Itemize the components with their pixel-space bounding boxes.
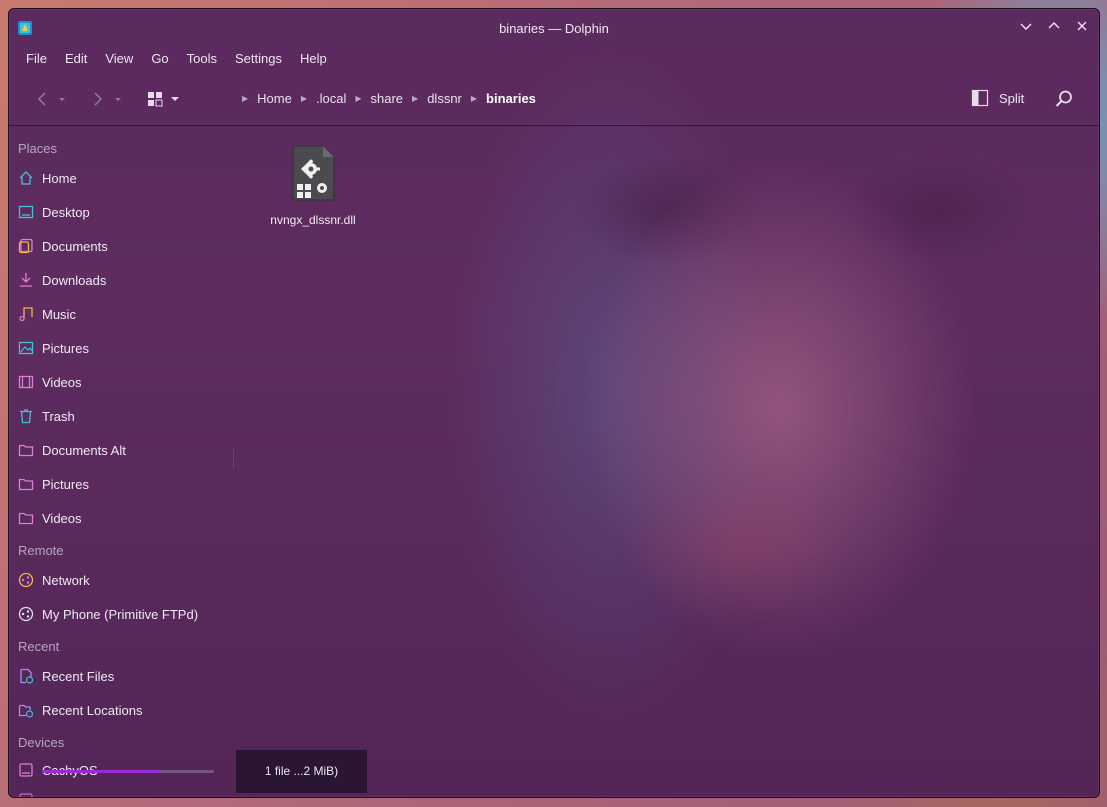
- sidebar-item-label: Network: [42, 572, 90, 588]
- back-arrow-icon: [37, 92, 65, 106]
- minimize-button[interactable]: [1017, 19, 1035, 37]
- sidebar-item-downloads[interactable]: Downloads: [18, 269, 106, 291]
- dolphin-window: binaries — Dolphin File Edit View Go Too…: [8, 8, 1100, 798]
- sidebar-item-music[interactable]: Music: [18, 303, 76, 325]
- recent-locations-icon: [18, 702, 34, 718]
- menu-bar: File Edit View Go Tools Settings Help: [17, 49, 336, 69]
- downloads-icon: [18, 272, 34, 288]
- sidebar-item-label: Music: [42, 306, 76, 322]
- drive-icon: [18, 792, 34, 797]
- sidebar-item-label: Pictures: [42, 340, 89, 356]
- sidebar-item-label: Videos: [42, 510, 82, 526]
- breadcrumb-dlssnr[interactable]: dlssnr: [421, 91, 468, 106]
- pictures-icon: [18, 340, 34, 356]
- chevron-up-icon: [1048, 22, 1060, 29]
- sidebar-item-pictures[interactable]: Pictures: [18, 337, 89, 359]
- forward-arrow-icon: [94, 92, 121, 106]
- sidebar-item-videos[interactable]: Videos: [18, 371, 82, 393]
- maximize-button[interactable]: [1045, 19, 1063, 37]
- close-icon: [1077, 21, 1087, 31]
- window-title: binaries — Dolphin: [499, 21, 609, 36]
- split-button[interactable]: Split: [971, 89, 1024, 107]
- desktop-icon: [18, 204, 34, 220]
- icons-view-icon: [148, 92, 179, 107]
- places-header: Places: [18, 141, 58, 156]
- sidebar-item-pictures-alt[interactable]: Pictures: [18, 473, 89, 495]
- sidebar-item-label: Trash: [42, 408, 75, 424]
- menu-edit[interactable]: Edit: [56, 49, 96, 69]
- breadcrumb-separator-icon[interactable]: ▶: [468, 94, 480, 103]
- search-icon: [1055, 90, 1072, 107]
- disk-usage-bar: [42, 770, 214, 773]
- status-bar: 1 file ...2 MiB): [236, 750, 367, 793]
- sidebar-item-recent-locations[interactable]: Recent Locations: [18, 699, 142, 721]
- breadcrumb-separator-icon[interactable]: ▶: [298, 94, 310, 103]
- title-bar[interactable]: binaries — Dolphin: [9, 9, 1099, 47]
- sidebar-item-label: Videos: [42, 374, 82, 390]
- places-panel: Places Home Desktop Documents Downloads …: [9, 126, 231, 797]
- menu-file[interactable]: File: [17, 49, 56, 69]
- menu-tools[interactable]: Tools: [178, 49, 226, 69]
- sidebar-item-label: Documents: [42, 238, 108, 254]
- sidebar-item-videos-alt[interactable]: Videos: [18, 507, 82, 529]
- sidebar-item-trash[interactable]: Trash: [18, 405, 75, 427]
- breadcrumb-separator-icon[interactable]: ▶: [352, 94, 364, 103]
- breadcrumb-share[interactable]: share: [365, 91, 410, 106]
- recent-header: Recent: [18, 639, 60, 654]
- sidebar-item-label: Pictures: [42, 476, 89, 492]
- sidebar-item-label: Recent Files: [42, 668, 115, 684]
- split-view-icon: [971, 89, 989, 107]
- dll-file-icon: [292, 145, 335, 201]
- panel-splitter[interactable]: [233, 449, 234, 469]
- breadcrumb-home[interactable]: Home: [251, 91, 298, 106]
- forward-button[interactable]: [91, 90, 125, 113]
- sidebar-item-recent-files[interactable]: Recent Files: [18, 665, 114, 687]
- devices-header: Devices: [18, 735, 65, 750]
- documents-icon: [18, 238, 34, 254]
- folder-icon: [18, 442, 34, 458]
- sidebar-item-my-phone[interactable]: My Phone (Primitive FTPd): [18, 603, 198, 625]
- home-icon: [18, 170, 34, 186]
- sidebar-item-label: Downloads: [42, 272, 107, 288]
- sidebar-item-home[interactable]: Home: [18, 167, 77, 189]
- sidebar-item-partial[interactable]: [18, 789, 42, 797]
- menu-help[interactable]: Help: [291, 49, 336, 69]
- disk-usage-fill: [42, 770, 159, 773]
- sidebar-item-label: Documents Alt: [42, 442, 126, 458]
- drive-icon: [18, 762, 34, 778]
- music-icon: [18, 306, 34, 322]
- breadcrumb-root-arrow-icon[interactable]: ▶: [239, 94, 251, 103]
- menu-view[interactable]: View: [96, 49, 142, 69]
- breadcrumb-binaries[interactable]: binaries: [480, 91, 542, 106]
- sidebar-item-documents-alt[interactable]: Documents Alt: [18, 439, 126, 461]
- sidebar-item-documents[interactable]: Documents: [18, 235, 108, 257]
- file-item[interactable]: nvngx_dlssnr.dll: [258, 144, 368, 227]
- network-icon: [18, 572, 34, 588]
- breadcrumb: ▶ Home ▶ .local ▶ share ▶ dlssnr ▶ binar…: [239, 87, 542, 109]
- back-button[interactable]: [35, 90, 69, 113]
- search-button[interactable]: [1054, 89, 1074, 109]
- folder-icon: [18, 510, 34, 526]
- menu-settings[interactable]: Settings: [226, 49, 291, 69]
- file-name: nvngx_dlssnr.dll: [270, 213, 356, 227]
- breadcrumb-separator-icon[interactable]: ▶: [409, 94, 421, 103]
- trash-icon: [18, 408, 34, 424]
- sidebar-item-label: My Phone (Primitive FTPd): [42, 606, 199, 622]
- sidebar-item-desktop[interactable]: Desktop: [18, 201, 90, 223]
- videos-icon: [18, 374, 34, 390]
- sidebar-item-label: Desktop: [42, 204, 90, 220]
- chevron-down-icon: [1020, 23, 1032, 30]
- breadcrumb-local[interactable]: .local: [310, 91, 352, 106]
- close-button[interactable]: [1073, 19, 1091, 37]
- remote-header: Remote: [18, 543, 64, 558]
- network-icon: [18, 606, 34, 622]
- sidebar-item-label: Recent Locations: [42, 702, 143, 718]
- sidebar-item-network[interactable]: Network: [18, 569, 90, 591]
- sidebar-item-label: Home: [42, 170, 77, 186]
- menu-go[interactable]: Go: [142, 49, 177, 69]
- view-mode-button[interactable]: [146, 90, 182, 113]
- folder-icon: [18, 476, 34, 492]
- recent-files-icon: [18, 668, 34, 684]
- split-label: Split: [999, 90, 1025, 106]
